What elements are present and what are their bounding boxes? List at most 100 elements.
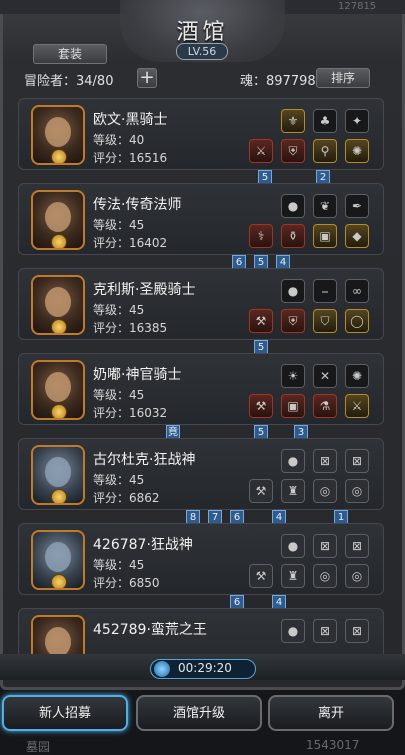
equipment-slot[interactable]: ⚒: [249, 394, 273, 418]
equipment-slot[interactable]: ▣: [313, 224, 337, 248]
upgrade-tavern-button[interactable]: 酒馆升级: [136, 695, 262, 731]
hero-portrait[interactable]: [31, 445, 85, 505]
equipment-slot[interactable]: ⊠: [345, 534, 369, 558]
equipment-slot[interactable]: ∞: [345, 279, 369, 303]
equipment-slot[interactable]: ●: [281, 194, 305, 218]
hero-portrait[interactable]: [31, 105, 85, 165]
hero-portrait[interactable]: [31, 530, 85, 590]
tavern-level-badge: LV.56: [176, 43, 228, 60]
panel-title: 酒馆: [176, 20, 229, 45]
soul-currency: 魂：897798: [240, 74, 316, 89]
hero-level: 等级：45: [93, 388, 145, 402]
equipment-slot[interactable]: ⊠: [345, 619, 369, 643]
equipment-icon: ⚔: [255, 144, 267, 158]
equipment-slot[interactable]: ⛉: [313, 309, 337, 333]
equipment-slot[interactable]: ⚕: [249, 224, 273, 248]
equipment-icon: ♜: [287, 569, 299, 583]
hero-level: 等级：45: [93, 558, 145, 572]
equipment-slot[interactable]: ✺: [345, 139, 369, 163]
equipment-slot[interactable]: ◎: [313, 479, 337, 503]
equipment-slot[interactable]: ⛨: [281, 309, 305, 333]
hero-portrait[interactable]: [31, 275, 85, 335]
sort-button[interactable]: 排序: [316, 68, 370, 88]
equipment-icon: ⊠: [351, 624, 363, 638]
hero-card[interactable]: 传法·传奇法师 等级：45 评分：16402 ● ❦ ✒ ⚕ ⚱ ▣ ◆: [18, 183, 384, 255]
equipment-icon: ♜: [287, 484, 299, 498]
equipment-slot[interactable]: ⚒: [249, 564, 273, 588]
equipment-icon: ✕: [319, 369, 331, 383]
equipment-icon: ●: [287, 539, 299, 553]
equipment-slot[interactable]: ⊠: [313, 449, 337, 473]
hero-card[interactable]: 欧文·黑骑士 等级：40 评分：16516 ⚜ ♣ ✦ ⚔ ⛨ ⚲ ✺: [18, 98, 384, 170]
equipment-slot[interactable]: ♜: [281, 564, 305, 588]
hero-portrait[interactable]: [31, 190, 85, 250]
equipment-slot[interactable]: ✕: [313, 364, 337, 388]
hero-name: 欧文·黑骑士: [93, 112, 168, 128]
timer-text: 00:29:20: [178, 661, 232, 675]
equipment-slot[interactable]: ⚲: [313, 139, 337, 163]
equipment-icon: ☀: [287, 369, 299, 383]
hero-card[interactable]: 奶嘟·神官骑士 等级：45 评分：16032 ☀ ✕ ✺ ⚒ ▣ ⚗ ⚔: [18, 353, 384, 425]
equipment-slot[interactable]: ⚒: [249, 309, 273, 333]
equipment-slot[interactable]: ☀: [281, 364, 305, 388]
equipment-slot[interactable]: ◆: [345, 224, 369, 248]
hero-score: 评分：6862: [93, 491, 160, 505]
hero-list[interactable]: 欧文·黑骑士 等级：40 评分：16516 ⚜ ♣ ✦ ⚔ ⛨ ⚲ ✺ 5 2 传法·传奇法师 等级：45…: [18, 98, 384, 658]
hero-level: 等级：40: [93, 133, 145, 147]
equipment-icon: ⊠: [319, 454, 331, 468]
suit-button[interactable]: 套装: [33, 44, 107, 64]
adventurer-count: 冒险者：34/80: [24, 74, 114, 89]
equipment-slot[interactable]: ⚔: [345, 394, 369, 418]
equipment-slot[interactable]: ⛨: [281, 139, 305, 163]
equipment-icon: ⚕: [257, 229, 265, 243]
equipment-slot[interactable]: ●: [281, 279, 305, 303]
equipment-slot[interactable]: ⊠: [345, 449, 369, 473]
equipment-icon: ▣: [287, 399, 299, 413]
equipment-slot[interactable]: ✦: [345, 109, 369, 133]
equipment-icon: ∞: [352, 284, 362, 298]
equipment-slot[interactable]: ⊠: [313, 619, 337, 643]
equipment-slot[interactable]: ◎: [345, 479, 369, 503]
equipment-slot[interactable]: ♣: [313, 109, 337, 133]
hero-face: [45, 542, 71, 572]
recruit-button[interactable]: 新人招募: [2, 695, 128, 731]
equipment-slot[interactable]: ●: [281, 534, 305, 558]
equipment-slot[interactable]: ◎: [345, 564, 369, 588]
equipment-slot[interactable]: ●: [281, 449, 305, 473]
equipment-icon: ●: [287, 199, 299, 213]
equipment-slot[interactable]: ◯: [345, 309, 369, 333]
equipment-slot[interactable]: ▣: [281, 394, 305, 418]
equipment-icon: ♣: [319, 114, 331, 128]
hero-card[interactable]: 克利斯·圣殿骑士 等级：45 评分：16385 ● ⎯ ∞ ⚒ ⛨ ⛉ ◯: [18, 268, 384, 340]
equipment-slot[interactable]: ⊠: [313, 534, 337, 558]
hero-card[interactable]: 426787·狂战神 等级：45 评分：6850 ● ⊠ ⊠ ⚒ ♜ ◎ ◎: [18, 523, 384, 595]
equipment-icon: ⎯: [321, 284, 328, 298]
equipment-slot[interactable]: ⚱: [281, 224, 305, 248]
equipment-icon: ✒: [351, 199, 363, 213]
equipment-slot[interactable]: ⎯: [313, 279, 337, 303]
equipment-slot[interactable]: ⚔: [249, 139, 273, 163]
hero-name: 奶嘟·神官骑士: [93, 367, 182, 383]
equipment-slot[interactable]: ◎: [313, 564, 337, 588]
hero-name: 克利斯·圣殿骑士: [93, 282, 196, 298]
hero-face: [45, 287, 71, 317]
equipment-slot[interactable]: ❦: [313, 194, 337, 218]
hero-portrait[interactable]: [31, 615, 85, 658]
equipment-slot[interactable]: ✒: [345, 194, 369, 218]
equipment-slot[interactable]: ♜: [281, 479, 305, 503]
equipment-icon: ⊠: [351, 539, 363, 553]
equipment-icon: ⚗: [319, 399, 331, 413]
equipment-icon: ●: [287, 454, 299, 468]
add-slot-button[interactable]: +: [137, 68, 157, 88]
hero-portrait[interactable]: [31, 360, 85, 420]
equipment-slot[interactable]: ●: [281, 619, 305, 643]
equipment-slot[interactable]: ⚗: [313, 394, 337, 418]
rank-medal-icon: [51, 319, 67, 333]
hero-card[interactable]: 452789·蛮荒之王 ● ⊠ ⊠: [18, 608, 384, 658]
timer-icon: [154, 661, 170, 677]
equipment-slot[interactable]: ⚒: [249, 479, 273, 503]
equipment-slot[interactable]: ✺: [345, 364, 369, 388]
hero-card[interactable]: 古尔杜克·狂战神 等级：45 评分：6862 ● ⊠ ⊠ ⚒ ♜ ◎ ◎: [18, 438, 384, 510]
leave-button[interactable]: 离开: [268, 695, 394, 731]
equipment-slot[interactable]: ⚜: [281, 109, 305, 133]
